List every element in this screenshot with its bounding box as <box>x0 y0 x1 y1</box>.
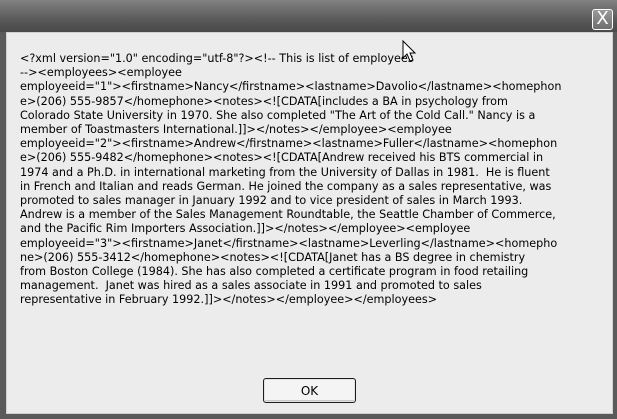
message-line: member of Toastmasters International.]]>… <box>20 123 452 137</box>
message-line: management. Janet was hired as a sales a… <box>20 279 482 293</box>
message-line: employeeid="3"><firstname>Janet</firstna… <box>20 236 558 250</box>
message-line: from Boston College (1984). She has also… <box>20 265 529 279</box>
message-line: Colorado State University in 1970. She a… <box>20 108 536 122</box>
message-line: employeeid="1"><firstname>Nancy</firstna… <box>20 80 562 94</box>
message-dialog: X <?xml version="1.0" encoding="utf-8"?>… <box>0 0 617 419</box>
message-line: promoted to sales manager in January 199… <box>20 194 523 208</box>
close-icon: X <box>596 8 609 29</box>
message-line: employeeid="2"><firstname>Andrew</firstn… <box>20 137 558 151</box>
message-line: 1974 and a Ph.D. in international market… <box>20 165 550 179</box>
dialog-titlebar[interactable]: X <box>0 0 617 32</box>
message-line: in French and Italian and reads German. … <box>20 179 552 193</box>
message-line: ne>(206) 555-3412</homephone><notes><![C… <box>20 250 526 264</box>
message-text: <?xml version="1.0" encoding="utf-8"?><!… <box>20 52 608 308</box>
message-line: <?xml version="1.0" encoding="utf-8"?><!… <box>20 52 414 65</box>
message-line: and the Pacific Rim Importers Associatio… <box>20 222 471 236</box>
ok-button[interactable]: OK <box>263 378 356 403</box>
mouse-pointer-icon <box>402 40 417 62</box>
message-line: --><employees><employee <box>20 66 182 80</box>
message-line: Andrew is a member of the Sales Manageme… <box>20 208 556 222</box>
close-button[interactable]: X <box>592 9 613 30</box>
message-line: e>(206) 555-9857</homephone><notes><![CD… <box>20 94 508 108</box>
message-line: representative in February 1992.]]></not… <box>20 293 438 307</box>
message-line: e>(206) 555-9482</homephone><notes><![CD… <box>20 151 544 165</box>
